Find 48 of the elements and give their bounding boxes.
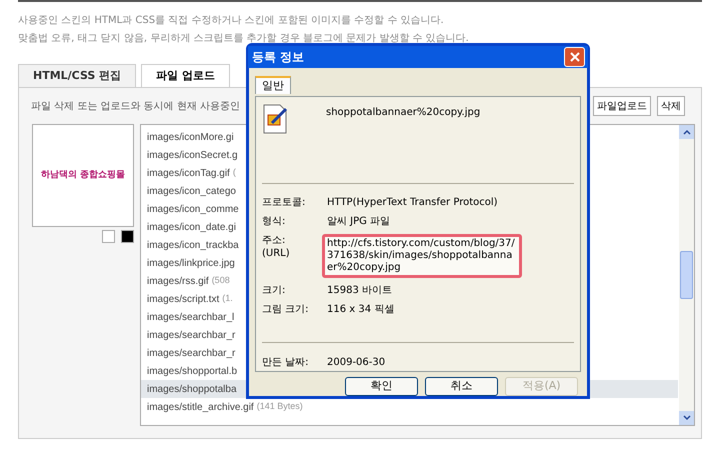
scroll-up-icon[interactable] — [679, 125, 694, 139]
close-icon — [570, 52, 580, 62]
file-name: images/searchbar_r — [147, 328, 236, 342]
color-swatch[interactable] — [102, 230, 115, 243]
scroll-thumb[interactable] — [680, 251, 693, 299]
file-name: images/iconMore.gi — [147, 130, 234, 144]
file-row[interactable]: images/stitle_archive.gif (141 Bytes) — [141, 398, 678, 416]
description-text: 파일 삭제 또는 업로드와 동시에 현재 사용중인 — [31, 100, 240, 114]
file-name: images/rss.gif — [147, 274, 209, 288]
property-value: 15983 바이트 — [327, 284, 392, 298]
file-name: images/script.txt — [147, 292, 220, 306]
intro-text: 사용중인 스킨의 HTML과 CSS를 직접 수정하거나 스킨에 포함된 이미지를 수정할 수 있습니다. — [18, 14, 445, 28]
property-label: 그림 크기: — [262, 303, 310, 316]
tab[interactable]: 파일 업로드 — [141, 64, 230, 87]
file-size: (1. — [222, 292, 233, 306]
file-size: (141 Bytes) — [256, 400, 303, 414]
property-label: 프로토콜: — [262, 196, 306, 210]
tab[interactable]: HTML/CSS 편집 — [18, 64, 136, 87]
dialog-tab[interactable]: 일반 — [255, 76, 291, 94]
color-swatch[interactable] — [121, 230, 134, 243]
intro-text: 맞춤법 오류, 태그 닫지 않음, 무리하게 스크립트를 추가할 경우 블로그에 문제가 발생할 수 있습니다. — [18, 32, 470, 46]
property-value: HTTP(HyperText Transfer Protocol) — [327, 196, 498, 210]
property-value: http://cfs.tistory.com/custom/blog/37/371638/skin/images/shoppotalbannaer%20copy.jpg — [327, 238, 516, 274]
property-value: 알씨 JPG 파일 — [327, 215, 390, 228]
property-label: 크기: — [262, 284, 286, 298]
preview-text: 하남댁의 종합쇼핑몰 — [40, 168, 126, 182]
window-title: 등록 정보 — [252, 49, 304, 66]
scroll-down-icon[interactable] — [679, 411, 694, 425]
toolbar-button[interactable]: 파일업로드 — [593, 96, 651, 116]
file-size: (508 — [212, 274, 230, 288]
file-name: images/stitle_archive.gif — [147, 400, 254, 414]
property-value: 116 x 34 픽셀 — [327, 303, 394, 316]
toolbar-button[interactable]: 삭제 — [657, 96, 685, 116]
file-name: images/icon_catego — [147, 184, 236, 198]
property-value: 2009-06-30 — [327, 356, 386, 370]
property-label: 주소: (URL) — [262, 234, 291, 262]
close-button[interactable] — [564, 47, 585, 68]
image-file-icon — [262, 103, 290, 136]
file-name: images/iconTag.gif — [147, 166, 230, 180]
dialog-button[interactable]: 확인 — [345, 377, 418, 396]
file-name: images/shoppotalba — [147, 382, 237, 396]
scrollbar[interactable] — [679, 125, 694, 425]
file-name: images/iconSecret.g — [147, 148, 238, 162]
dialog-button[interactable]: 취소 — [425, 377, 498, 396]
file-name: shoppotalbannaer%20copy.jpg — [326, 106, 480, 120]
file-size: ( — [232, 166, 236, 180]
property-label: 만든 날짜: — [262, 356, 310, 370]
property-label: 형식: — [262, 215, 286, 228]
